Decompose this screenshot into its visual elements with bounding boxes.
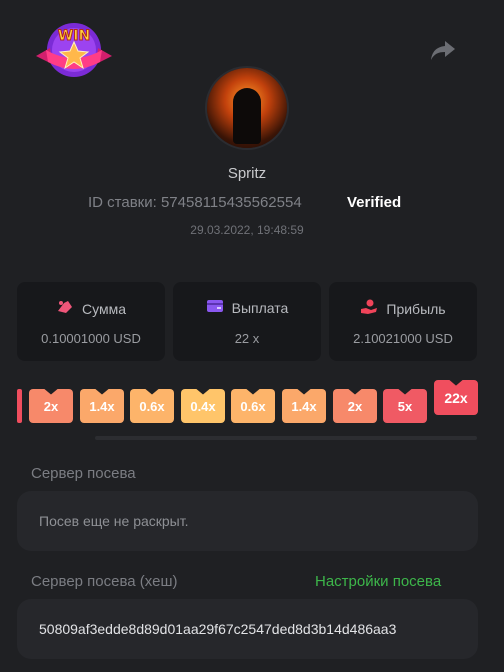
sum-card: Сумма 0.10001000 USD (17, 282, 165, 361)
server-seed-hash-value: 50809af3edde8d89d01aa29f67c2547ded8d3b14… (39, 621, 397, 637)
multiplier-edge (17, 389, 22, 423)
scrollbar[interactable] (95, 436, 477, 440)
sum-label: Сумма (82, 300, 126, 317)
multiplier-chip: 1.4x (282, 389, 326, 423)
seed-settings-link[interactable]: Настройки посева (315, 573, 441, 590)
sum-value: 0.10001000 USD (41, 331, 141, 346)
payout-card: Выплата 22 x (173, 282, 321, 361)
multiplier-chip: 0.4x (181, 389, 225, 423)
bet-id-value: 57458115435562554 (160, 194, 302, 211)
server-seed-hash-label: Сервер посева (хеш) (31, 573, 178, 590)
server-seed-value: Посев еще не раскрыт. (39, 513, 189, 529)
bet-id: ID ставки: 57458115435562554 (88, 194, 302, 211)
server-seed-label: Сервер посева (31, 465, 136, 482)
bet-id-label: ID ставки: (88, 194, 157, 211)
multiplier-chip: 0.6x (130, 389, 174, 423)
profit-label: Прибыль (386, 300, 446, 317)
multiplier-chip-active: 22x (434, 380, 478, 415)
multiplier-chip: 0.6x (231, 389, 275, 423)
multiplier-chip: 2x (333, 389, 377, 423)
share-icon[interactable] (428, 38, 458, 64)
bet-date: 29.03.2022, 19:48:59 (190, 223, 304, 237)
server-seed-hash-field[interactable]: 50809af3edde8d89d01aa29f67c2547ded8d3b14… (17, 599, 478, 659)
profit-value: 2.10021000 USD (353, 331, 453, 346)
profit-card: Прибыль 2.10021000 USD (329, 282, 477, 361)
multiplier-chip: 2x (29, 389, 73, 423)
coins-icon (56, 299, 74, 318)
payout-value: 22 x (234, 331, 260, 346)
multiplier-chip: 1.4x (80, 389, 124, 423)
multiplier-chip: 5x (383, 389, 427, 423)
username: Spritz (227, 165, 267, 182)
payout-label: Выплата (231, 299, 289, 316)
avatar (207, 68, 287, 148)
wallet-icon (206, 299, 224, 316)
logo-text: WIN (58, 28, 90, 44)
hand-coin-icon (360, 299, 378, 318)
multiplier-row: 2x 1.4x 0.6x 0.4x 0.6x 1.4x 2x 5x 22x (17, 380, 487, 424)
verified-badge: Verified (347, 194, 402, 211)
win-logo: WIN (34, 18, 114, 80)
server-seed-field[interactable]: Посев еще не раскрыт. (17, 491, 478, 551)
